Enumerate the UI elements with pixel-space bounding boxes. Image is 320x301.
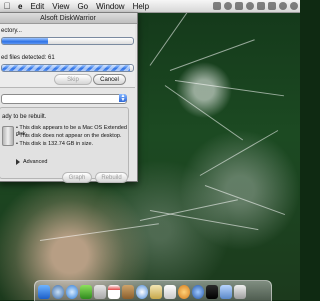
advanced-label: Advanced <box>23 159 48 165</box>
battery-icon[interactable] <box>268 2 276 10</box>
menu-window[interactable]: Window <box>92 2 128 11</box>
status-text: ectory... <box>1 28 22 34</box>
dock <box>34 280 272 301</box>
hard-disk-icon <box>2 126 14 146</box>
disclosure-triangle-icon <box>16 159 20 165</box>
apple-menu-icon[interactable]:  <box>0 1 14 11</box>
safari-icon[interactable] <box>66 285 78 299</box>
progress-bar-1-fill <box>2 38 48 44</box>
mail-icon[interactable] <box>94 285 106 299</box>
menu-go[interactable]: Go <box>73 2 92 11</box>
wifi-icon[interactable] <box>246 2 254 10</box>
itunes-icon[interactable] <box>136 285 148 299</box>
spotlight-icon[interactable] <box>290 2 298 10</box>
compass-icon[interactable] <box>52 285 64 299</box>
terminal-icon[interactable] <box>206 285 218 299</box>
addressbook-icon[interactable] <box>122 285 134 299</box>
preview-icon[interactable] <box>150 285 162 299</box>
skip-button[interactable]: Skip <box>54 74 92 85</box>
info-bullet: • This disk does not appear on the deskt… <box>16 133 122 139</box>
diskwarrior-window: Alsoft DiskWarrior ectory... ed files de… <box>0 12 138 183</box>
ical-icon[interactable] <box>108 285 120 299</box>
clock-icon[interactable] <box>279 2 287 10</box>
graph-button[interactable]: Graph <box>62 172 92 183</box>
cancel-button[interactable]: Cancel <box>93 74 126 85</box>
disk-info-box: ady to be rebuilt. • This disk appears t… <box>0 107 129 183</box>
progress-bar-2-fill <box>2 65 131 71</box>
info-bullet: • This disk is 132.74 GB in size. <box>16 141 94 147</box>
popup-arrows-icon: ▲ ▼ <box>119 93 127 103</box>
ichat-icon[interactable] <box>80 285 92 299</box>
quicktime-icon[interactable] <box>192 285 204 299</box>
window-title: Alsoft DiskWarrior <box>0 13 137 24</box>
files-detected-text: ed files detected: 61 <box>1 55 55 61</box>
calendar-icon[interactable] <box>164 285 176 299</box>
finder-icon[interactable] <box>38 285 50 299</box>
menu-edit[interactable]: Edit <box>26 2 48 11</box>
progress-sheet: ectory... ed files detected: 61 Skip Can… <box>0 24 135 88</box>
menu-view[interactable]: View <box>48 2 73 11</box>
volume-icon[interactable] <box>257 2 265 10</box>
progress-bar-1 <box>1 37 134 45</box>
sync-icon[interactable] <box>213 2 221 10</box>
bluetooth-icon[interactable] <box>235 2 243 10</box>
trash-icon[interactable] <box>234 285 246 299</box>
advanced-disclosure[interactable]: Advanced <box>16 159 47 165</box>
disk-popup[interactable]: ▲ ▼ <box>1 94 127 104</box>
folder-icon[interactable] <box>220 285 232 299</box>
menu-app[interactable]: e <box>14 2 26 11</box>
progress-bar-2 <box>1 64 134 72</box>
ready-text: ady to be rebuilt. <box>2 114 47 120</box>
menu-help[interactable]: Help <box>129 2 153 11</box>
timemachine-icon[interactable] <box>224 2 232 10</box>
time-icon[interactable] <box>178 285 190 299</box>
menu-extras <box>213 2 300 10</box>
rebuild-button[interactable]: Rebuild <box>95 172 128 183</box>
